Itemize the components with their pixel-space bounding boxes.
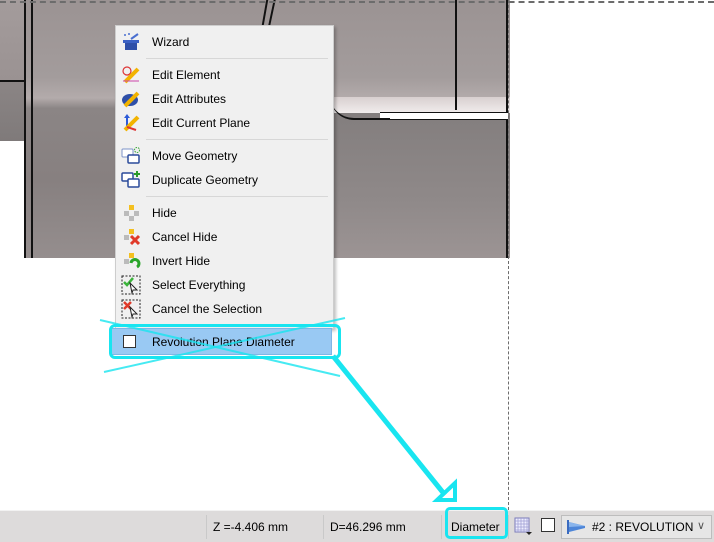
context-menu: Wizard Edit Element Edit Attributes Edit… [115, 25, 334, 329]
menu-item-label: Cancel Hide [152, 230, 218, 244]
menu-item-hide[interactable]: Hide [117, 201, 332, 225]
menu-separator [146, 196, 328, 197]
z-coordinate-readout: Z =-4.406 mm [213, 519, 289, 534]
menu-item-select-everything[interactable]: Select Everything [117, 273, 332, 297]
model-shaft-lower [0, 81, 25, 141]
menu-item-label: Invert Hide [152, 254, 211, 268]
menu-separator [146, 139, 328, 140]
menu-item-edit-element[interactable]: Edit Element [117, 63, 332, 87]
select-all-icon [120, 275, 142, 295]
menu-item-label: Edit Attributes [152, 92, 227, 106]
menu-item-label: Select Everything [152, 278, 246, 292]
hide-icon [120, 203, 142, 223]
menu-item-cancel-selection[interactable]: Cancel the Selection [117, 297, 332, 321]
menu-item-label: Hide [152, 206, 177, 220]
menu-item-duplicate-geometry[interactable]: Duplicate Geometry [117, 168, 332, 192]
status-divider [323, 515, 324, 539]
menu-item-move-geometry[interactable]: Move Geometry [117, 144, 332, 168]
wizard-hat-icon [120, 32, 142, 52]
menu-item-label: Edit Element [152, 68, 221, 82]
menu-item-cancel-hide[interactable]: Cancel Hide [117, 225, 332, 249]
menu-item-label: Cancel the Selection [152, 302, 263, 316]
3d-viewport[interactable] [0, 0, 714, 510]
menu-item-edit-attributes[interactable]: Edit Attributes [117, 87, 332, 111]
model-step-edge [380, 112, 508, 120]
menu-item-label: Duplicate Geometry [152, 173, 259, 187]
menu-item-invert-hide[interactable]: Invert Hide [117, 249, 332, 273]
menu-item-label: Edit Current Plane [152, 116, 251, 130]
cancel-selection-icon [120, 299, 142, 319]
model-body-lower [330, 113, 510, 258]
plane-selector-combo[interactable]: #2 : REVOLUTION ∨ [561, 515, 712, 539]
cancel-hide-icon [120, 227, 142, 247]
menu-item-label: Revolution Plane Diameter [152, 334, 295, 349]
model-shaft-upper [0, 0, 25, 81]
plane-selector-value: #2 : REVOLUTION [592, 520, 694, 534]
grid-snap-button[interactable] [514, 517, 532, 535]
status-divider [508, 515, 509, 539]
menu-item-label: Move Geometry [152, 149, 238, 163]
model-edge [455, 0, 457, 110]
menu-item-label: Wizard [152, 35, 190, 49]
construction-line-vertical [508, 0, 509, 510]
status-divider [206, 515, 207, 539]
status-divider [441, 515, 442, 539]
chevron-down-icon[interactable]: ∨ [697, 519, 705, 532]
move-geometry-icon [120, 146, 142, 166]
model-edge [24, 0, 26, 258]
model-edge [31, 0, 33, 258]
construction-line-horizontal [0, 1, 714, 3]
menu-item-wizard[interactable]: Wizard [117, 30, 332, 54]
menu-item-revolution-plane-diameter[interactable]: Revolution Plane Diameter [111, 328, 332, 355]
invert-hide-icon [120, 251, 142, 271]
revolution-plane-diameter-checkbox[interactable] [123, 335, 136, 348]
status-bar-checkbox[interactable] [541, 518, 555, 532]
grid-snap-icon [514, 517, 532, 539]
edit-element-pencil-icon [120, 65, 142, 85]
edit-attributes-pencil-icon [120, 89, 142, 109]
diameter-mode-button[interactable]: Diameter [451, 511, 500, 542]
model-edge [0, 80, 25, 82]
edit-plane-pencil-icon [120, 113, 142, 133]
diameter-readout: D=46.296 mm [330, 519, 406, 534]
menu-separator [146, 58, 328, 59]
revolution-plane-icon [566, 519, 586, 535]
duplicate-geometry-icon [120, 170, 142, 190]
menu-item-edit-current-plane[interactable]: Edit Current Plane [117, 111, 332, 135]
